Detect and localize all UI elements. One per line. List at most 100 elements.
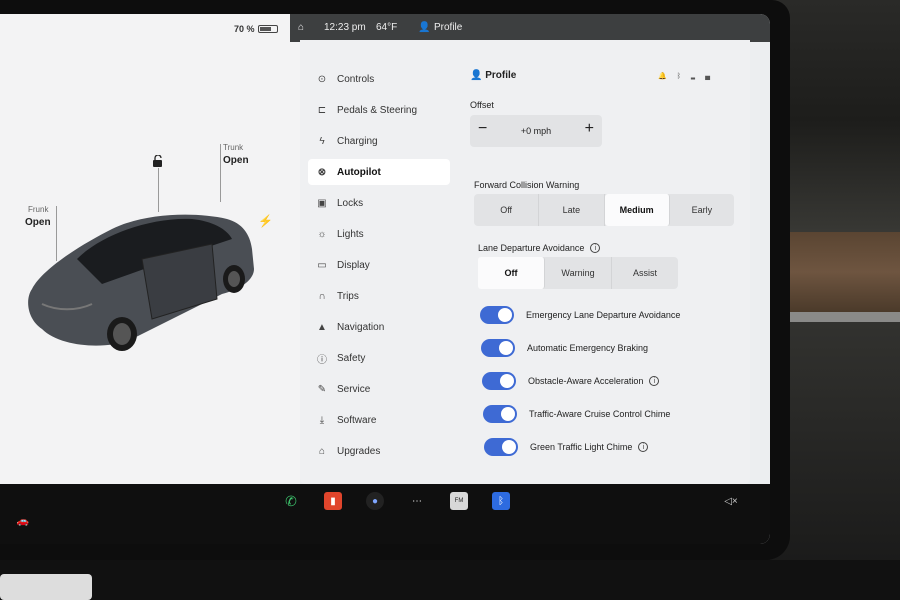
toggle-knob [498, 308, 512, 322]
nav-item-label: Trips [337, 290, 359, 302]
offset-title: Offset [470, 100, 494, 110]
bag-icon: ⌂ [318, 445, 326, 457]
toggle-label: Green Traffic Light Chime [530, 442, 633, 452]
profile-icon[interactable]: 👤 [418, 22, 430, 33]
car-model-image [28, 214, 254, 351]
trunk-state[interactable]: Open [223, 155, 249, 166]
nav-item-upgrades[interactable]: ⌂ Upgrades [308, 438, 450, 464]
status-bar: ⌂ 12:23 pm 64°F 👤 Profile [290, 14, 770, 42]
nav-item-label: Display [337, 259, 370, 271]
fcw-option-late[interactable]: Late [539, 194, 605, 226]
car-icon: ⊏ [317, 104, 327, 116]
nav-item-label: Navigation [337, 321, 385, 333]
nav-item-label: Safety [337, 352, 366, 364]
wrench-icon: ✎ [317, 383, 327, 395]
toggle-switch[interactable] [484, 438, 518, 456]
connectivity-icons: 🔔ᛒ▂▄ [658, 73, 721, 80]
car-icon[interactable]: 🚗 [14, 512, 32, 530]
info-icon[interactable]: i [590, 243, 601, 253]
toggle-switch[interactable] [483, 405, 517, 423]
nav-item-label: Software [337, 414, 377, 426]
nav-item-charging[interactable]: ϟ Charging [308, 128, 450, 154]
bottom-dock: 🚗 ✆ ▮ ● ⋯ FM ᛒ ◁× [0, 484, 770, 544]
mute-icon[interactable]: ◁× [722, 492, 740, 510]
nav-item-label: Upgrades [337, 445, 381, 457]
lock-icon: ▣ [317, 197, 327, 209]
nav-item-safety[interactable]: ⓘ Safety [308, 345, 450, 371]
unlock-icon[interactable] [152, 154, 164, 167]
fcw-selector: Off Late Medium Early [474, 194, 734, 226]
nav-item-navigation[interactable]: ▲ Navigation [308, 314, 450, 340]
battery-icon [258, 25, 278, 33]
display-icon: ▭ [317, 259, 327, 271]
toggle-label: Obstacle-Aware Acceleration [528, 376, 644, 386]
car-visualization-panel: 70 % Trunk Open Frunk Open ⚡ [0, 14, 300, 484]
info-icon[interactable]: i [638, 442, 649, 452]
offset-plus-button[interactable]: + [585, 120, 594, 138]
toggle-switch[interactable] [482, 372, 516, 390]
nav-item-autopilot[interactable]: ⊗ Autopilot [308, 159, 450, 185]
lda-option-off[interactable]: Off [478, 257, 545, 289]
profile-label: Profile [485, 70, 517, 81]
fcw-option-off[interactable]: Off [474, 194, 540, 226]
lda-option-warning[interactable]: Warning [545, 257, 612, 289]
toggle-label-row: Automatic Emergency Braking [527, 343, 648, 353]
navigation-arrow-icon: ▲ [317, 321, 327, 333]
console-area [0, 560, 900, 600]
autopilot-settings: 👤 Profile 🔔ᛒ▂▄ Offset − +0 mph + Forward… [470, 40, 750, 484]
trunk-title: Trunk [223, 143, 244, 152]
lda-title-row: Lane Departure Avoidance i [478, 243, 601, 253]
toggle-knob [502, 440, 516, 454]
toggle-switch[interactable] [480, 306, 514, 324]
nav-item-label: Locks [337, 197, 364, 209]
profile-button[interactable]: Profile [434, 22, 462, 33]
pedal [0, 574, 92, 600]
nav-item-label: Service [337, 383, 371, 395]
nav-item-locks[interactable]: ▣ Locks [308, 190, 450, 216]
nav-item-label: Autopilot [337, 166, 381, 178]
sun-icon: ☼ [317, 228, 327, 240]
steering-wheel-icon: ⊗ [317, 166, 327, 178]
profile-header[interactable]: 👤 Profile [470, 70, 516, 81]
radio-icon[interactable]: FM [450, 492, 468, 510]
download-icon: ⤓ [319, 414, 325, 426]
door-open-icon: ⌂ [298, 22, 305, 33]
nav-item-label: Controls [337, 73, 375, 85]
media-icon[interactable]: ▮ [324, 492, 342, 510]
lda-title: Lane Departure Avoidance [478, 243, 585, 253]
nav-item-lights[interactable]: ☼ Lights [308, 221, 450, 247]
camera-icon[interactable]: ● [366, 492, 384, 510]
toggle-row: Traffic-Aware Cruise Control Chime [483, 404, 753, 424]
offset-value: +0 mph [520, 126, 552, 136]
bolt-icon: ϟ [319, 135, 325, 147]
trunk-leader-line [220, 144, 221, 202]
touchscreen: 70 % Trunk Open Frunk Open ⚡ ⌂ 12:23 pm … [0, 14, 770, 544]
nav-item-controls[interactable]: ⊙ Controls [308, 66, 450, 92]
toggle-row: Emergency Lane Departure Avoidance [480, 305, 750, 325]
toggle-label-row: Traffic-Aware Cruise Control Chime [529, 409, 670, 419]
fcw-option-medium[interactable]: Medium [604, 194, 670, 226]
nav-item-service[interactable]: ✎ Service [308, 376, 450, 402]
nav-item-trips[interactable]: ∩ Trips [308, 283, 450, 309]
toggle-knob [500, 374, 514, 388]
radio-label: FM [454, 498, 464, 504]
nav-item-label: Charging [337, 135, 378, 147]
nav-item-pedals-steering[interactable]: ⊏ Pedals & Steering [308, 97, 450, 123]
fcw-option-early[interactable]: Early [670, 194, 734, 226]
info-icon[interactable]: i [649, 376, 660, 386]
bluetooth-icon[interactable]: ᛒ [492, 492, 510, 510]
more-icon[interactable]: ⋯ [408, 492, 426, 510]
battery-level [260, 27, 272, 31]
toggle-label-row: Emergency Lane Departure Avoidance [526, 310, 680, 320]
wood-trim [780, 232, 900, 312]
nav-item-display[interactable]: ▭ Display [308, 252, 450, 278]
lda-selector: Off Warning Assist [478, 257, 678, 289]
toggle-label: Automatic Emergency Braking [527, 343, 649, 353]
toggle-label: Emergency Lane Departure Avoidance [526, 310, 681, 320]
fcw-title: Forward Collision Warning [474, 180, 580, 190]
toggle-switch[interactable] [481, 339, 515, 357]
nav-item-software[interactable]: ⤓ Software [308, 407, 450, 433]
toggle-row: Obstacle-Aware Acceleration i [482, 371, 752, 391]
phone-icon[interactable]: ✆ [282, 492, 300, 510]
lda-option-assist[interactable]: Assist [612, 257, 678, 289]
